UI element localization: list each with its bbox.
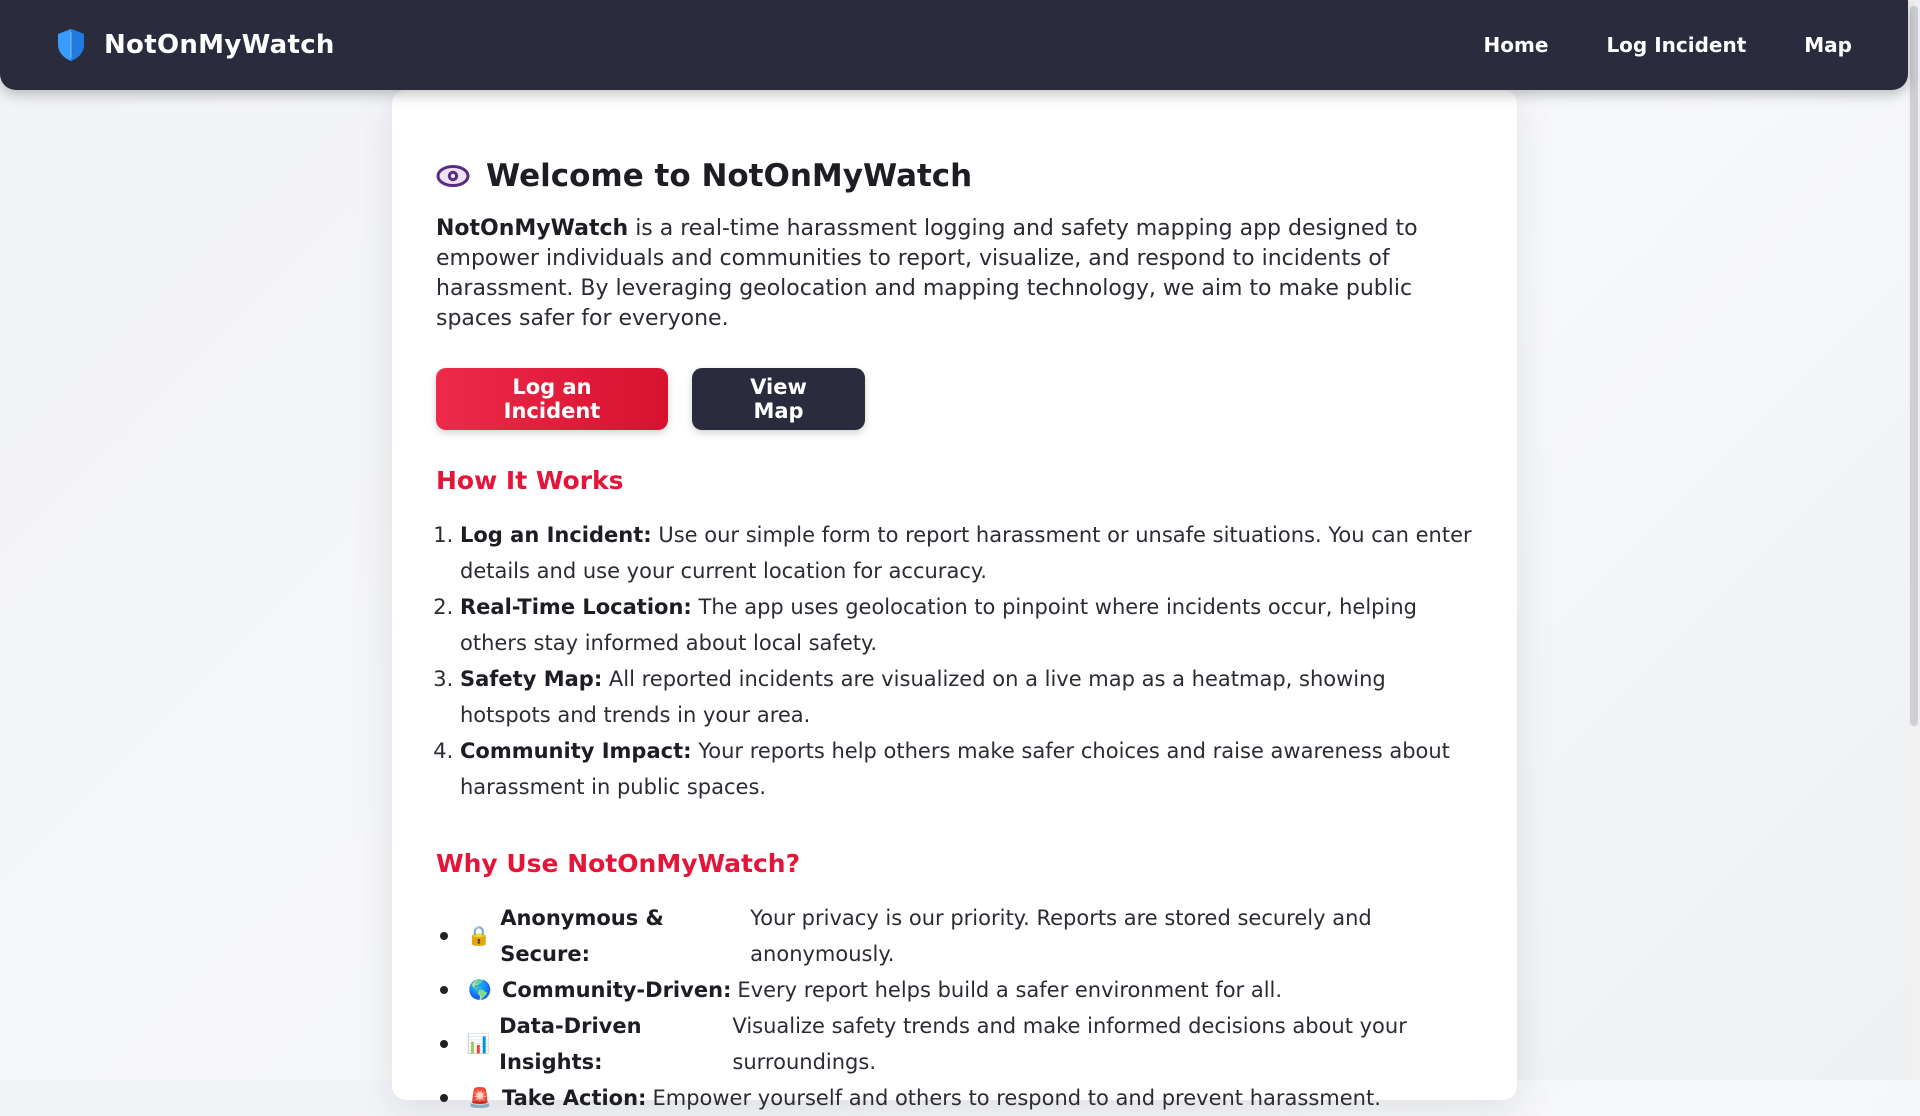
list-item-title: Log an Incident: bbox=[460, 523, 652, 547]
list-item-title: Take Action: bbox=[502, 1086, 647, 1110]
shield-icon bbox=[58, 29, 84, 61]
why-use-list: 🔒 Anonymous & Secure: Your privacy is ou… bbox=[436, 900, 1473, 1116]
eye-icon bbox=[436, 165, 470, 187]
nav-link-home[interactable]: Home bbox=[1484, 33, 1549, 57]
scrollbar-thumb[interactable] bbox=[1910, 6, 1918, 726]
brand-name: NotOnMyWatch bbox=[104, 30, 335, 60]
how-it-works-heading: How It Works bbox=[436, 466, 624, 495]
log-incident-button[interactable]: Log an Incident bbox=[436, 368, 668, 430]
action-buttons: Log an Incident View Map bbox=[436, 368, 1473, 430]
how-it-works-list: Log an Incident: Use our simple form to … bbox=[436, 517, 1473, 805]
bar-chart-icon: 📊 bbox=[466, 1033, 491, 1055]
list-item-title: Community Impact: bbox=[460, 739, 692, 763]
nav-links: Home Log Incident Map bbox=[1484, 33, 1852, 57]
content-card: Welcome to NotOnMyWatch NotOnMyWatch is … bbox=[392, 90, 1517, 1110]
list-item-text: Empower yourself and others to respond t… bbox=[652, 1086, 1381, 1110]
list-item-text: Visualize safety trends and make informe… bbox=[732, 1014, 1407, 1074]
scrollbar[interactable] bbox=[1908, 0, 1920, 1080]
list-item: Safety Map: All reported incidents are v… bbox=[460, 661, 1473, 733]
intro-paragraph: NotOnMyWatch is a real-time harassment l… bbox=[436, 214, 1486, 334]
list-item-title: Safety Map: bbox=[460, 667, 603, 691]
list-item: Community Impact: Your reports help othe… bbox=[460, 733, 1473, 805]
list-item: 🚨 Take Action: Empower yourself and othe… bbox=[436, 1080, 1473, 1116]
globe-icon: 🌎 bbox=[468, 979, 492, 1001]
how-it-works-section: How It Works Log an Incident: Use our si… bbox=[436, 466, 1473, 805]
bullet-icon bbox=[440, 986, 448, 994]
list-item: Real-Time Location: The app uses geoloca… bbox=[460, 589, 1473, 661]
list-item: 📊 Data-Driven Insights: Visualize safety… bbox=[436, 1008, 1473, 1080]
list-item-text: Your privacy is our priority. Reports ar… bbox=[750, 906, 1372, 966]
why-use-section: Why Use NotOnMyWatch? 🔒 Anonymous & Secu… bbox=[436, 849, 1473, 1116]
lock-icon: 🔒 bbox=[467, 925, 491, 947]
nav-link-map[interactable]: Map bbox=[1804, 33, 1852, 57]
list-item: Log an Incident: Use our simple form to … bbox=[460, 517, 1473, 589]
bullet-icon bbox=[440, 932, 448, 940]
list-item-title: Community-Driven: bbox=[502, 978, 732, 1002]
bullet-icon bbox=[440, 1040, 448, 1048]
brand[interactable]: NotOnMyWatch bbox=[56, 28, 335, 62]
why-use-heading: Why Use NotOnMyWatch? bbox=[436, 849, 801, 878]
list-item-title: Anonymous & Secure: bbox=[500, 906, 664, 966]
intro-brand: NotOnMyWatch bbox=[436, 216, 629, 241]
list-item-title: Data-Driven Insights: bbox=[499, 1014, 642, 1074]
page-title: Welcome to NotOnMyWatch bbox=[486, 158, 973, 194]
navbar: NotOnMyWatch Home Log Incident Map bbox=[0, 0, 1908, 90]
nav-link-log-incident[interactable]: Log Incident bbox=[1606, 33, 1746, 57]
siren-icon: 🚨 bbox=[468, 1087, 492, 1109]
list-item: 🌎 Community-Driven: Every report helps b… bbox=[436, 972, 1473, 1008]
welcome-heading: Welcome to NotOnMyWatch bbox=[436, 158, 1473, 194]
list-item-title: Real-Time Location: bbox=[460, 595, 692, 619]
bullet-icon bbox=[440, 1094, 448, 1102]
view-map-button[interactable]: View Map bbox=[692, 368, 865, 430]
list-item-text: Every report helps build a safer environ… bbox=[737, 978, 1283, 1002]
list-item: 🔒 Anonymous & Secure: Your privacy is ou… bbox=[436, 900, 1473, 972]
